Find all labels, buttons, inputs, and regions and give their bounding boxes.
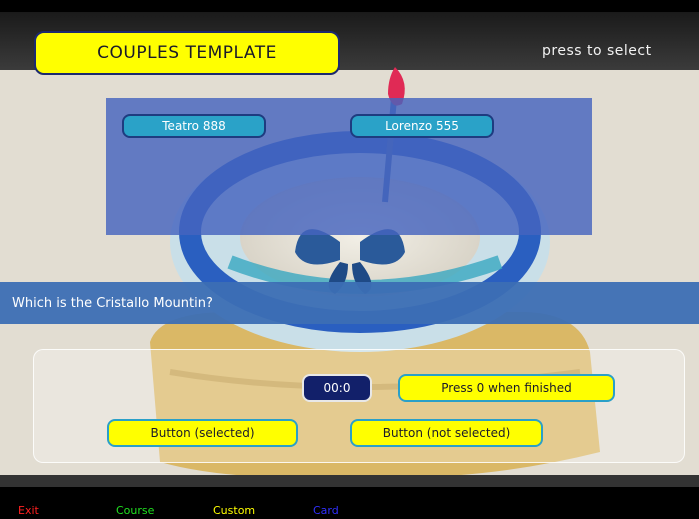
answer-button-1[interactable]: Teatro 888: [122, 114, 266, 138]
finish-button[interactable]: Press 0 when finished: [398, 374, 615, 402]
select-hint: press to select: [542, 43, 652, 59]
answer-label: Lorenzo 555: [385, 119, 459, 133]
answer-button-2[interactable]: Lorenzo 555: [350, 114, 494, 138]
timer-display: 00:0: [302, 374, 372, 402]
page-title: COUPLES TEMPLATE: [34, 31, 340, 75]
finish-label: Press 0 when finished: [441, 381, 572, 395]
exit-key[interactable]: Exit: [18, 504, 39, 517]
not-selected-label: Button (not selected): [382, 426, 511, 440]
custom-key[interactable]: Custom: [213, 504, 255, 517]
page-title-text: COUPLES TEMPLATE: [97, 43, 277, 63]
question-bar: Which is the Cristallo Mountin?: [0, 282, 699, 324]
not-selected-button[interactable]: Button (not selected): [350, 419, 543, 447]
card-key[interactable]: Card: [313, 504, 339, 517]
color-key-footer: Exit Course Custom Card: [0, 487, 699, 519]
selected-button[interactable]: Button (selected): [107, 419, 298, 447]
game-stage: COUPLES TEMPLATE press to select Teatro …: [0, 12, 699, 487]
bottom-strip: [0, 475, 699, 487]
answer-label: Teatro 888: [162, 119, 226, 133]
timer-value: 00:0: [323, 381, 351, 395]
question-text: Which is the Cristallo Mountin?: [12, 295, 213, 311]
selected-label: Button (selected): [150, 426, 255, 440]
course-key[interactable]: Course: [116, 504, 154, 517]
